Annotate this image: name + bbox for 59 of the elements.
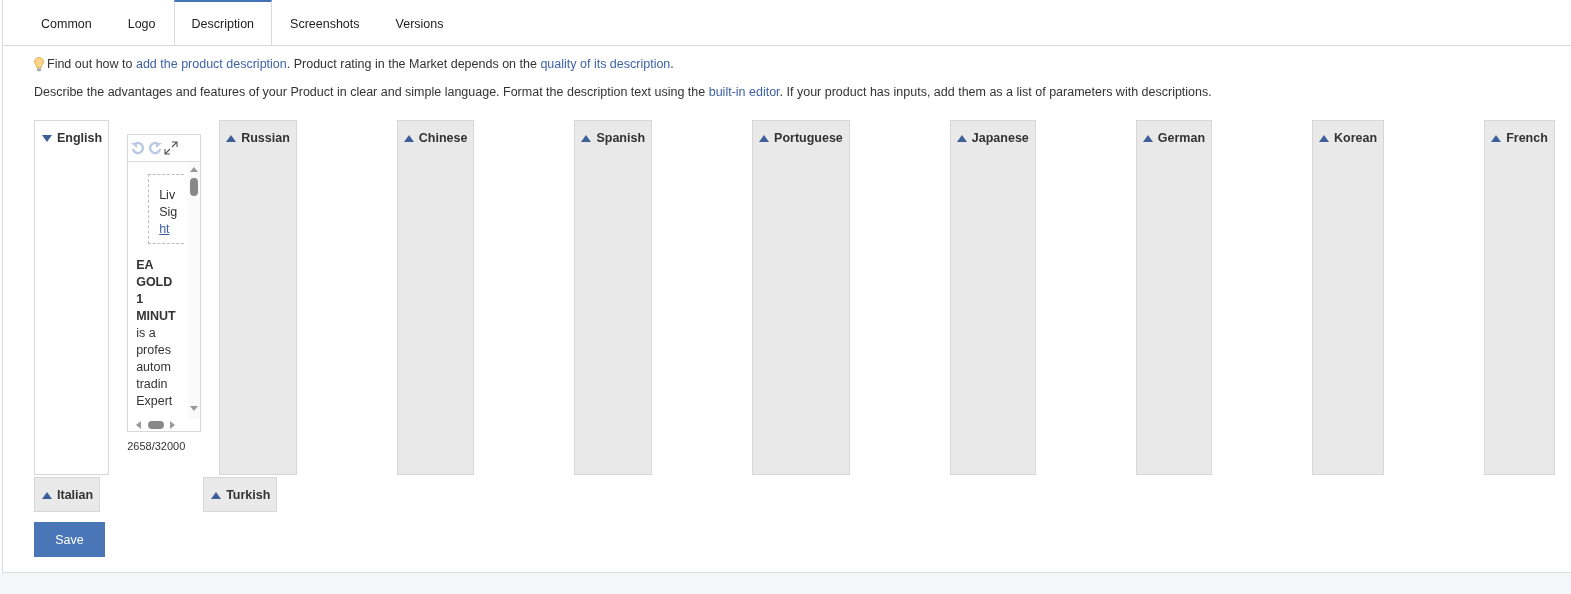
caret-up-icon <box>1319 134 1330 142</box>
editor-text: Sig <box>159 204 179 221</box>
editor-text: profes <box>136 342 172 359</box>
language-label: Korean <box>1334 131 1378 145</box>
language-label: Portuguese <box>774 131 843 145</box>
caret-up-icon <box>226 134 237 142</box>
tab[interactable]: Versions <box>377 0 462 46</box>
language-label: French <box>1506 131 1548 145</box>
instruction-text: Describe the advantages and features of your Product in clear and simple language. Format the description text using the built-in editor. If your product has inputs, add them as a list of parameters with descriptions. <box>34 84 1213 101</box>
editor-text: EA <box>136 257 155 274</box>
caret-up-icon <box>1491 134 1502 142</box>
caret-up-icon <box>1142 134 1153 142</box>
caret-up-icon <box>581 134 592 142</box>
editor-text: GOLD <box>136 274 174 291</box>
language-panel[interactable]: Portuguese <box>752 120 850 475</box>
caret-up-icon <box>759 134 770 142</box>
caret-down-icon <box>42 134 52 142</box>
editor-text: is a <box>136 325 157 342</box>
save-button[interactable]: Save <box>34 522 105 557</box>
fullscreen-icon[interactable] <box>164 141 179 155</box>
tab[interactable]: Common <box>23 0 110 46</box>
hint-text: Find out how to add the product description. Product rating in the Market depends on the quality of its description. <box>47 56 674 73</box>
editor-text: autom <box>136 359 172 376</box>
editor-text: Liv <box>159 187 177 204</box>
editor-text: MINUT <box>136 308 177 325</box>
language-panel[interactable]: Japanese <box>949 120 1036 475</box>
language-panel[interactable]: Turkish <box>203 477 278 512</box>
tab[interactable]: Description <box>173 0 273 46</box>
text-editor[interactable]: Liv Sig ht EA GOLD 1 MINUT is a profes autom tradin Expert <box>127 134 202 432</box>
tab[interactable]: Logo <box>109 0 174 46</box>
lightbulb-icon <box>34 57 44 72</box>
language-label: Italian <box>57 488 94 502</box>
language-panel[interactable]: Korean <box>1312 120 1385 475</box>
editor-text: Expert <box>136 393 174 410</box>
language-label: English <box>57 131 103 145</box>
caret-up-icon <box>42 491 52 499</box>
link[interactable]: ht <box>159 221 185 238</box>
language-label: German <box>1157 131 1206 145</box>
link[interactable]: add the product description <box>135 57 287 71</box>
language-label: Turkish <box>226 488 271 502</box>
editor-text: 1 <box>136 291 145 308</box>
tab[interactable]: Screenshots <box>272 0 378 46</box>
language-panel[interactable]: English <box>34 120 110 475</box>
language-panel[interactable]: Spanish <box>574 120 653 475</box>
caret-up-icon <box>211 491 222 499</box>
language-label: Chinese <box>418 131 468 145</box>
language-panel[interactable]: Russian <box>219 120 297 475</box>
language-label: Russian <box>241 131 290 145</box>
language-label: Japanese <box>971 131 1029 145</box>
language-panel[interactable]: French <box>1484 120 1555 475</box>
language-panel[interactable]: Italian <box>34 477 101 512</box>
caret-up-icon <box>956 134 967 142</box>
caret-up-icon <box>403 134 414 142</box>
character-counter: 2658/32000 <box>127 440 187 452</box>
editor-text: tradin <box>136 376 169 393</box>
language-label: Spanish <box>596 131 646 145</box>
language-panel[interactable]: German <box>1135 120 1213 475</box>
language-panel[interactable]: Chinese <box>396 120 475 475</box>
link[interactable]: built-in editor <box>708 85 780 99</box>
